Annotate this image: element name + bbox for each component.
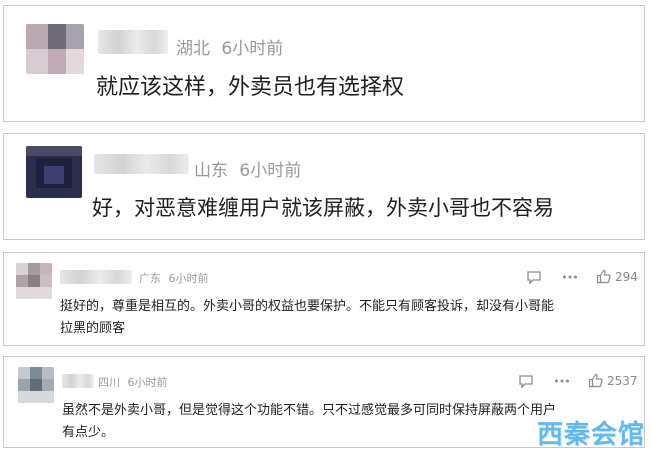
comment-meta: 湖北 6小时前 [176,34,283,59]
comment-text: 好，对恶意难缠用户就该屏蔽，外卖小哥也不容易 [92,196,554,220]
comment-meta: 四川 6小时前 [98,374,168,390]
comment-text-line1: 虽然不是外卖小哥，但是觉得这个功能不错。只不过感觉最多可同时保持屏蔽两个用户 [62,403,557,418]
like-count: 294 [615,269,638,284]
time-label: 6小时前 [239,161,302,181]
username-blurred[interactable] [60,270,132,284]
reply-icon[interactable] [526,270,542,284]
username-blurred[interactable] [98,30,168,54]
comment-meta: 广东 6小时前 [139,270,209,286]
like-icon[interactable] [588,373,603,388]
avatar[interactable] [18,367,54,403]
time-label: 6小时前 [221,39,284,59]
watermark-logo: 西秦会馆 [536,420,645,450]
comment-card: 山东 6小时前 好，对恶意难缠用户就该屏蔽，外卖小哥也不容易 [3,133,645,240]
more-icon[interactable] [554,378,570,384]
comment-text: 就应该这样，外卖员也有选择权 [96,75,405,100]
like-count: 2537 [607,373,638,388]
location-label: 广东 [139,272,161,285]
avatar[interactable] [26,24,84,74]
comment-text-line1: 挺好的，尊重是相互的。外卖小哥的权益也要保护。不能只有顾客投诉，却没有小哥能 [60,299,555,314]
comment-card: 广东 6小时前 294 挺好的，尊重是相互的。外卖小哥的权益也要保护。不能只有顾… [3,252,645,346]
comment-card: 湖北 6小时前 就应该这样，外卖员也有选择权 [3,5,645,122]
location-label: 山东 [194,161,228,181]
time-label: 6小时前 [127,376,168,389]
username-blurred[interactable] [94,154,189,174]
avatar[interactable] [26,146,82,198]
time-label: 6小时前 [168,272,209,285]
reply-icon[interactable] [518,374,534,388]
comment-actions: 294 [526,269,638,284]
avatar[interactable] [16,263,52,299]
comment-meta: 山东 6小时前 [194,156,301,181]
more-icon[interactable] [562,274,578,280]
location-label: 湖北 [176,39,210,59]
comment-text-line2: 有点少。 [62,425,115,440]
username-blurred[interactable] [62,374,94,388]
comment-actions: 2537 [518,373,638,388]
like-icon[interactable] [596,269,611,284]
location-label: 四川 [98,376,120,389]
comment-text-line2: 拉黑的顾客 [60,321,126,336]
